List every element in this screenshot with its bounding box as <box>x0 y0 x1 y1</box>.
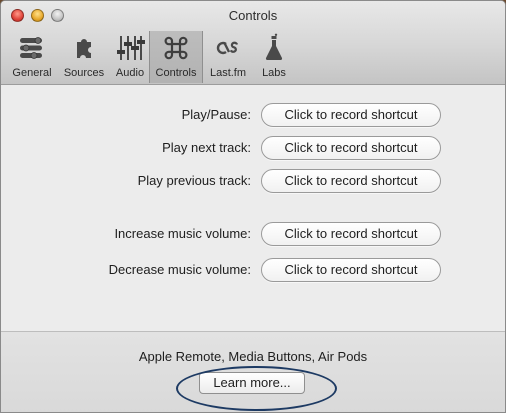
learn-more-button[interactable]: Learn more... <box>199 372 305 394</box>
shortcut-row-play-pause: Play/Pause: Click to record shortcut <box>1 103 505 127</box>
controls-pane: Play/Pause: Click to record shortcut Pla… <box>1 86 505 330</box>
shortcut-label: Play next track: <box>162 140 251 155</box>
title-toolbar: Controls General Sources Audio Controls … <box>1 1 505 85</box>
lastfm-icon <box>216 41 239 55</box>
shortcut-row-volume-down: Decrease music volume: Click to record s… <box>1 258 505 282</box>
shortcut-label: Decrease music volume: <box>108 262 251 277</box>
shortcut-row-volume-up: Increase music volume: Click to record s… <box>1 222 505 246</box>
toolbar-item-label: General <box>12 67 52 79</box>
shortcut-row-next-track: Play next track: Click to record shortcu… <box>1 136 505 160</box>
flask-icon <box>265 33 283 60</box>
toolbar-item-labs[interactable]: Labs <box>253 31 295 83</box>
toolbar-item-label: Labs <box>262 67 286 79</box>
toolbar-item-label: Audio <box>115 67 145 79</box>
shortcut-label: Play previous track: <box>137 173 251 188</box>
toolbar-item-label: Last.fm <box>209 67 247 79</box>
toolbar-item-audio[interactable]: Audio <box>111 31 149 83</box>
toolbar-item-general[interactable]: General <box>7 31 57 83</box>
toolbar-item-label: Sources <box>63 67 105 79</box>
toolbar-item-label: Controls <box>155 67 197 79</box>
record-shortcut-play-pause-button[interactable]: Click to record shortcut <box>261 103 441 127</box>
toolbar-item-sources[interactable]: Sources <box>57 31 111 83</box>
puzzle-icon <box>77 39 91 58</box>
window-title: Controls <box>228 8 278 23</box>
sliders-icon <box>117 36 145 60</box>
record-shortcut-next-track-button[interactable]: Click to record shortcut <box>261 136 441 160</box>
shortcut-row-previous-track: Play previous track: Click to record sho… <box>1 169 505 193</box>
preferences-window: Controls General Sources Audio Controls … <box>0 0 506 413</box>
shortcut-label: Play/Pause: <box>181 107 251 122</box>
record-shortcut-volume-up-button[interactable]: Click to record shortcut <box>261 222 441 246</box>
remote-info-text: Apple Remote, Media Buttons, Air Pods <box>138 349 368 364</box>
command-key-icon <box>164 36 188 60</box>
record-shortcut-previous-track-button[interactable]: Click to record shortcut <box>261 169 441 193</box>
toolbar-item-controls[interactable]: Controls <box>149 31 203 83</box>
shortcut-label: Increase music volume: <box>114 226 251 241</box>
toolbar-item-lastfm[interactable]: Last.fm <box>203 31 253 83</box>
preferences-toolbar: General Sources Audio Controls Last.fm L… <box>7 31 295 83</box>
record-shortcut-volume-down-button[interactable]: Click to record shortcut <box>261 258 441 282</box>
general-icon <box>20 37 42 59</box>
remote-info-panel: Apple Remote, Media Buttons, Air Pods Le… <box>1 331 505 412</box>
